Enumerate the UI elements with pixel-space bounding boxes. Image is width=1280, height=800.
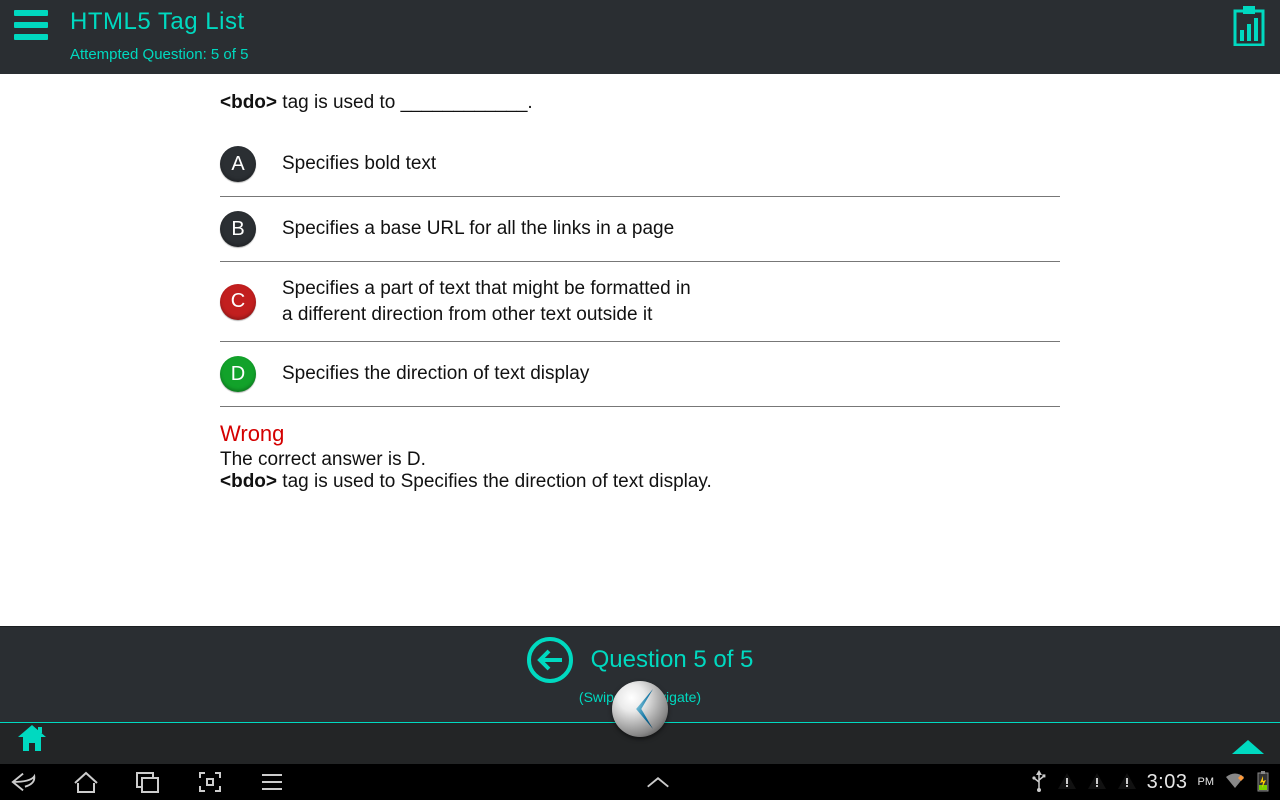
option-row-a[interactable]: A Specifies bold text xyxy=(220,132,1060,197)
chevron-up-icon[interactable] xyxy=(644,768,672,796)
status-icons: 3:03 PM xyxy=(1031,770,1270,795)
screenshot-icon[interactable] xyxy=(196,768,224,796)
feedback-status: Wrong xyxy=(220,421,1060,447)
question-stem: <bdo> tag is used to ____________. xyxy=(220,92,1060,114)
app-header: HTML5 Tag List Attempted Question: 5 of … xyxy=(0,0,1280,74)
feedback-explanation: <bdo> tag is used to Specifies the direc… xyxy=(220,471,1060,493)
question-content: <bdo> tag is used to ____________. A Spec… xyxy=(0,74,1280,626)
warning-icon xyxy=(1117,772,1137,793)
footer-bar xyxy=(0,722,1280,764)
home-icon[interactable] xyxy=(16,723,48,758)
expand-up-icon[interactable] xyxy=(1232,740,1264,754)
question-tag-bold: <bdo> xyxy=(220,92,277,113)
question-counter: Question 5 of 5 xyxy=(591,646,754,674)
header-titles: HTML5 Tag List Attempted Question: 5 of … xyxy=(70,8,248,63)
feedback-block: Wrong The correct answer is D. <bdo> tag… xyxy=(220,421,1060,493)
option-badge: C xyxy=(220,284,256,320)
feedback-tag-bold: <bdo> xyxy=(220,471,277,492)
option-row-d[interactable]: D Specifies the direction of text display xyxy=(220,342,1060,407)
status-ampm: PM xyxy=(1198,776,1215,788)
status-time: 3:03 xyxy=(1147,771,1188,794)
option-text: Specifies the direction of text display xyxy=(282,361,589,387)
option-row-c[interactable]: C Specifies a part of text that might be … xyxy=(220,262,1060,342)
back-icon[interactable] xyxy=(10,768,38,796)
question-stem-rest: tag is used to ____________. xyxy=(277,92,533,113)
option-badge: D xyxy=(220,356,256,392)
attempt-counter: Attempted Question: 5 of 5 xyxy=(70,46,248,63)
option-badge: A xyxy=(220,146,256,182)
hamburger-icon[interactable] xyxy=(14,10,48,40)
wifi-icon xyxy=(1224,772,1246,793)
usb-icon xyxy=(1031,770,1047,795)
warning-icon xyxy=(1057,772,1077,793)
option-badge: B xyxy=(220,211,256,247)
android-system-bar: 3:03 PM xyxy=(0,764,1280,800)
feedback-explanation-rest: tag is used to Specifies the direction o… xyxy=(277,471,712,492)
app-title: HTML5 Tag List xyxy=(70,8,248,36)
prev-question-button[interactable] xyxy=(527,637,573,683)
battery-icon xyxy=(1256,770,1270,795)
recent-apps-icon[interactable] xyxy=(134,768,162,796)
app-logo-icon[interactable] xyxy=(612,681,668,737)
menu-system-icon[interactable] xyxy=(258,768,286,796)
stats-clipboard-icon[interactable] xyxy=(1232,6,1266,51)
option-text: Specifies a part of text that might be f… xyxy=(282,276,691,327)
home-system-icon[interactable] xyxy=(72,768,100,796)
option-text: Specifies a base URL for all the links i… xyxy=(282,216,674,242)
option-row-b[interactable]: B Specifies a base URL for all the links … xyxy=(220,197,1060,262)
feedback-correct-answer: The correct answer is D. xyxy=(220,449,1060,471)
option-text: Specifies bold text xyxy=(282,151,436,177)
warning-icon xyxy=(1087,772,1107,793)
